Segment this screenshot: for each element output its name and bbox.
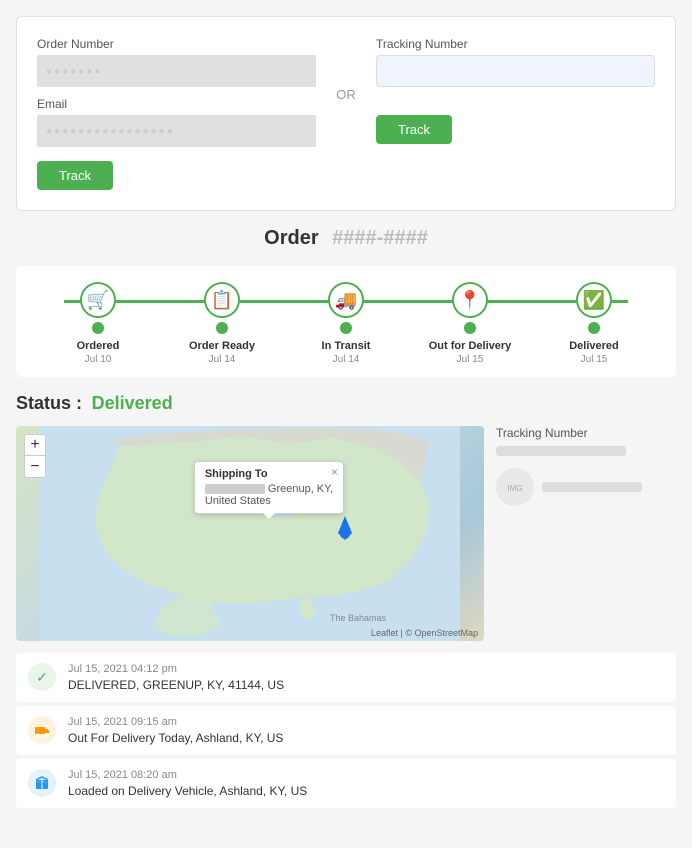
step-delivered: ✅ Delivered Jul 15 (532, 282, 656, 365)
email-input[interactable] (37, 115, 316, 147)
step-label-ready: Order Ready (189, 340, 255, 352)
order-number-section: Order Number (37, 37, 316, 87)
step-ordered: 🛒 Ordered Jul 10 (36, 282, 160, 365)
order-title: Order ####-#### (0, 227, 692, 250)
step-label-ordered: Ordered (77, 340, 120, 352)
step-order-ready: 📋 Order Ready Jul 14 (160, 282, 284, 365)
timeline-section: ✓ Jul 15, 2021 04:12 pm DELIVERED, GREEN… (16, 653, 676, 808)
order-number-label: Order Number (37, 37, 316, 51)
timeline-content-delivered: Jul 15, 2021 04:12 pm DELIVERED, GREENUP… (68, 663, 664, 692)
search-right: Tracking Number Track (376, 37, 655, 144)
timeline-time-1: Jul 15, 2021 09:15 am (68, 716, 664, 728)
progress-section: 🛒 Ordered Jul 10 📋 Order Ready Jul 14 🚚 … (16, 266, 676, 377)
map-background: The Bahamas + − × Shipping To Greenup, K… (16, 426, 484, 641)
progress-steps: 🛒 Ordered Jul 10 📋 Order Ready Jul 14 🚚 … (36, 282, 656, 365)
search-left: Order Number Email Track (37, 37, 316, 190)
step-date-transit: Jul 14 (333, 354, 360, 365)
order-id: ####-#### (332, 227, 428, 249)
status-value: Delivered (92, 393, 173, 413)
tracking-number-label: Tracking Number (376, 37, 655, 51)
timeline-icon-loaded (28, 769, 56, 797)
carrier-logo: IMG (496, 468, 534, 506)
track-button-left[interactable]: Track (37, 161, 113, 190)
step-date-ordered: Jul 10 (85, 354, 112, 365)
step-dot-ready (216, 322, 228, 334)
step-label-transit: In Transit (322, 340, 371, 352)
map-attribution: Leaflet | © OpenStreetMap (371, 628, 478, 638)
timeline-event-out-delivery: Jul 15, 2021 09:15 am Out For Delivery T… (16, 706, 676, 755)
zoom-in-button[interactable]: + (24, 434, 46, 456)
map-tooltip: × Shipping To Greenup, KY, United States (194, 461, 344, 514)
map-container: The Bahamas + − × Shipping To Greenup, K… (16, 426, 484, 641)
step-date-ready: Jul 14 (209, 354, 236, 365)
tooltip-close-button[interactable]: × (331, 465, 338, 479)
step-icon-transit: 🚚 (328, 282, 364, 318)
truck-icon (34, 722, 50, 738)
step-dot-transit (340, 322, 352, 334)
tracking-number-display-value (496, 446, 626, 456)
tooltip-country: United States (205, 495, 333, 507)
timeline-event-loaded: Jul 15, 2021 08:20 am Loaded on Delivery… (16, 759, 676, 808)
box-icon (34, 775, 50, 791)
status-section: Status : Delivered (16, 393, 676, 414)
email-section: Email (37, 97, 316, 147)
main-content: The Bahamas + − × Shipping To Greenup, K… (16, 426, 676, 641)
carrier-info: IMG (496, 468, 676, 506)
timeline-desc-1: Out For Delivery Today, Ashland, KY, US (68, 731, 664, 745)
step-date-out-delivery: Jul 15 (457, 354, 484, 365)
carrier-logo-svg: IMG (496, 468, 534, 506)
step-icon-ordered: 🛒 (80, 282, 116, 318)
step-icon-out-delivery: 📍 (452, 282, 488, 318)
svg-text:The Bahamas: The Bahamas (330, 613, 387, 623)
step-icon-ready: 📋 (204, 282, 240, 318)
timeline-event-delivered: ✓ Jul 15, 2021 04:12 pm DELIVERED, GREEN… (16, 653, 676, 702)
timeline-time-2: Jul 15, 2021 08:20 am (68, 769, 664, 781)
map-section: The Bahamas + − × Shipping To Greenup, K… (16, 426, 484, 641)
search-panel: Order Number Email Track OR Tracking Num… (16, 16, 676, 211)
step-label-out-delivery: Out for Delivery (429, 340, 512, 352)
step-dot-delivered (588, 322, 600, 334)
order-number-input[interactable] (37, 55, 316, 87)
zoom-out-button[interactable]: − (24, 456, 46, 478)
step-icon-delivered: ✅ (576, 282, 612, 318)
step-dot-ordered (92, 322, 104, 334)
map-svg: The Bahamas (16, 426, 484, 641)
tracking-number-display-label: Tracking Number (496, 426, 676, 440)
status-prefix: Status : (16, 393, 82, 413)
timeline-icon-out-delivery (28, 716, 56, 744)
address-blur (205, 484, 265, 494)
step-dot-out-delivery (464, 322, 476, 334)
tracking-number-input[interactable] (376, 55, 655, 87)
or-divider: OR (316, 37, 376, 102)
timeline-icon-delivered: ✓ (28, 663, 56, 691)
timeline-time-0: Jul 15, 2021 04:12 pm (68, 663, 664, 675)
timeline-content-out-delivery: Jul 15, 2021 09:15 am Out For Delivery T… (68, 716, 664, 745)
timeline-desc-2: Loaded on Delivery Vehicle, Ashland, KY,… (68, 784, 664, 798)
step-in-transit: 🚚 In Transit Jul 14 (284, 282, 408, 365)
map-zoom-controls: + − (24, 434, 46, 478)
tooltip-address: Greenup, KY, (205, 483, 333, 495)
tracking-panel: Tracking Number IMG (496, 426, 676, 641)
step-out-delivery: 📍 Out for Delivery Jul 15 (408, 282, 532, 365)
svg-text:IMG: IMG (507, 484, 522, 493)
timeline-content-loaded: Jul 15, 2021 08:20 am Loaded on Delivery… (68, 769, 664, 798)
tooltip-title: Shipping To (205, 468, 333, 480)
email-label: Email (37, 97, 316, 111)
tooltip-city: Greenup, KY, (268, 483, 333, 495)
carrier-name (542, 482, 642, 492)
timeline-desc-0: DELIVERED, GREENUP, KY, 41144, US (68, 678, 664, 692)
tracking-number-section: Tracking Number (376, 37, 655, 87)
step-label-delivered: Delivered (569, 340, 619, 352)
order-title-prefix: Order (264, 227, 318, 249)
step-date-delivered: Jul 15 (581, 354, 608, 365)
track-button-right[interactable]: Track (376, 115, 452, 144)
